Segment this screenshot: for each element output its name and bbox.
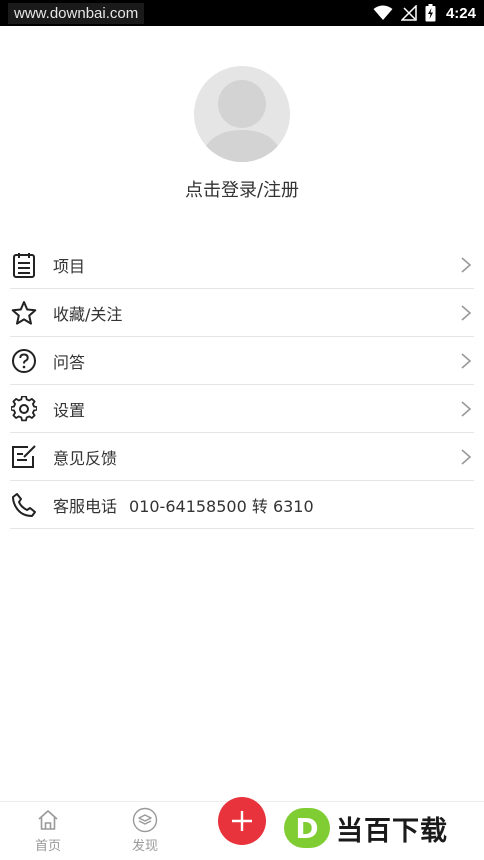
- menu-item-feedback[interactable]: 意见反馈: [10, 433, 474, 481]
- home-icon: [38, 810, 58, 830]
- phone-icon: [11, 492, 37, 518]
- chevron-right-icon: [461, 353, 472, 369]
- chevron-right-icon: [461, 305, 472, 321]
- layers-icon: [132, 807, 158, 833]
- service-phone-number[interactable]: 010-64158500 转 6310: [129, 493, 314, 517]
- wifi-icon: [373, 5, 393, 20]
- chevron-right-icon: [461, 257, 472, 273]
- battery-charging-icon: [425, 4, 436, 22]
- menu-item-label: 设置: [53, 400, 86, 420]
- menu-item-label: 收藏/关注: [53, 304, 123, 324]
- menu-list: 项目 收藏/关注 问答 设置 意见反馈 客服电话 010-64158500 转 …: [10, 241, 474, 529]
- feedback-edit-icon: [11, 444, 37, 470]
- tab-label: 发现: [131, 839, 158, 854]
- menu-item-settings[interactable]: 设置: [10, 385, 474, 433]
- menu-item-customer-service[interactable]: 客服电话 010-64158500 转 6310: [10, 481, 474, 529]
- plus-icon: [232, 811, 252, 831]
- tab-home[interactable]: 首页: [18, 806, 78, 854]
- chevron-right-icon: [461, 449, 472, 465]
- star-icon: [11, 300, 37, 326]
- menu-item-label: 意见反馈: [53, 448, 118, 468]
- status-time: 4:24: [445, 4, 476, 22]
- profile-screen: www.downbai.com 4:24 点击登录/注册 项目 收藏/关注 问答…: [0, 0, 484, 860]
- tab-label: 首页: [34, 839, 61, 854]
- logo-text: 当百下载: [336, 815, 448, 847]
- avatar[interactable]: [194, 66, 290, 162]
- no-signal-icon: [400, 5, 417, 21]
- service-label: 客服电话: [53, 496, 118, 516]
- login-register-link[interactable]: 点击登录/注册: [0, 176, 484, 202]
- menu-item-projects[interactable]: 项目: [10, 241, 474, 289]
- gear-icon: [11, 395, 37, 422]
- status-bar: www.downbai.com 4:24: [0, 0, 484, 26]
- tab-discover[interactable]: 发现: [115, 806, 175, 854]
- add-button[interactable]: [218, 797, 266, 845]
- menu-item-label: 问答: [53, 352, 86, 372]
- menu-item-label: 项目: [53, 256, 86, 276]
- menu-item-qa[interactable]: 问答: [10, 337, 474, 385]
- chevron-right-icon: [461, 401, 472, 417]
- watermark-url: www.downbai.com: [8, 3, 145, 24]
- downbai-logo: D 当百下载: [284, 805, 448, 851]
- user-silhouette-icon: [200, 80, 284, 162]
- clipboard-icon: [11, 252, 37, 278]
- menu-item-favorites[interactable]: 收藏/关注: [10, 289, 474, 337]
- logo-mark: D: [284, 808, 330, 848]
- status-icons: 4:24: [373, 0, 476, 26]
- question-icon: [11, 348, 37, 374]
